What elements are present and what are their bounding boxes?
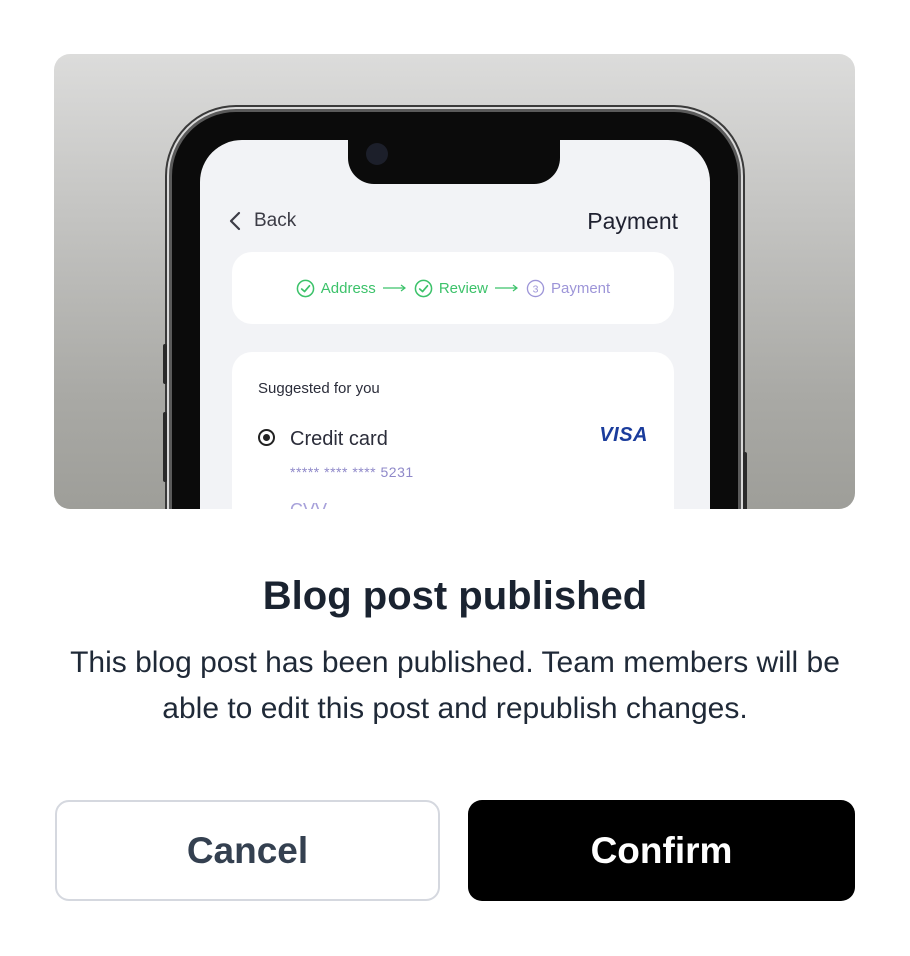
step-address: Address bbox=[296, 279, 376, 298]
publish-dialog: Back Payment Address Review 3 Payment Su… bbox=[0, 0, 910, 956]
back-link: Back bbox=[228, 210, 296, 232]
dialog-description: This blog post has been published. Team … bbox=[70, 646, 840, 725]
screen-title: Payment bbox=[587, 208, 678, 234]
dialog-title: Blog post published bbox=[262, 574, 648, 618]
step-label: Payment bbox=[551, 279, 611, 297]
step-number: 3 bbox=[533, 284, 539, 295]
step-payment: 3 Payment bbox=[526, 279, 610, 298]
arrow-right-icon bbox=[382, 284, 406, 292]
phone-side-button bbox=[163, 412, 167, 482]
camera-icon bbox=[366, 143, 388, 165]
visa-logo-icon: VISA bbox=[599, 424, 648, 446]
step-label: Review bbox=[438, 279, 488, 297]
cvv-label: CVV bbox=[290, 500, 327, 509]
back-label: Back bbox=[254, 210, 297, 231]
phone-mockup: Back Payment Address Review 3 Payment Su… bbox=[163, 112, 747, 509]
credit-card-radio bbox=[258, 429, 275, 446]
phone-side-button bbox=[743, 452, 747, 509]
check-circle-icon bbox=[296, 279, 315, 297]
app-header: Back Payment bbox=[228, 208, 678, 238]
hero-image: Back Payment Address Review 3 Payment Su… bbox=[54, 54, 855, 509]
arrow-right-icon bbox=[495, 284, 518, 292]
step-review: Review bbox=[414, 279, 488, 298]
phone-screen: Back Payment Address Review 3 Payment Su… bbox=[200, 140, 710, 509]
step-label: Address bbox=[320, 279, 376, 297]
phone-notch bbox=[348, 140, 560, 184]
check-circle-icon bbox=[414, 279, 433, 297]
chevron-left-icon bbox=[229, 211, 241, 231]
section-label: Suggested for you bbox=[258, 380, 380, 397]
payment-card: Suggested for you Credit card VISA *****… bbox=[232, 352, 674, 509]
checkout-stepper: Address Review 3 Payment bbox=[232, 252, 674, 324]
step-number-icon: 3 bbox=[526, 279, 545, 297]
phone-side-button bbox=[163, 344, 167, 384]
payment-method-label: Credit card bbox=[290, 428, 388, 450]
card-number: ***** **** **** 5231 bbox=[290, 464, 414, 480]
confirm-button[interactable]: Confirm bbox=[468, 800, 855, 901]
cancel-button[interactable]: Cancel bbox=[55, 800, 440, 901]
